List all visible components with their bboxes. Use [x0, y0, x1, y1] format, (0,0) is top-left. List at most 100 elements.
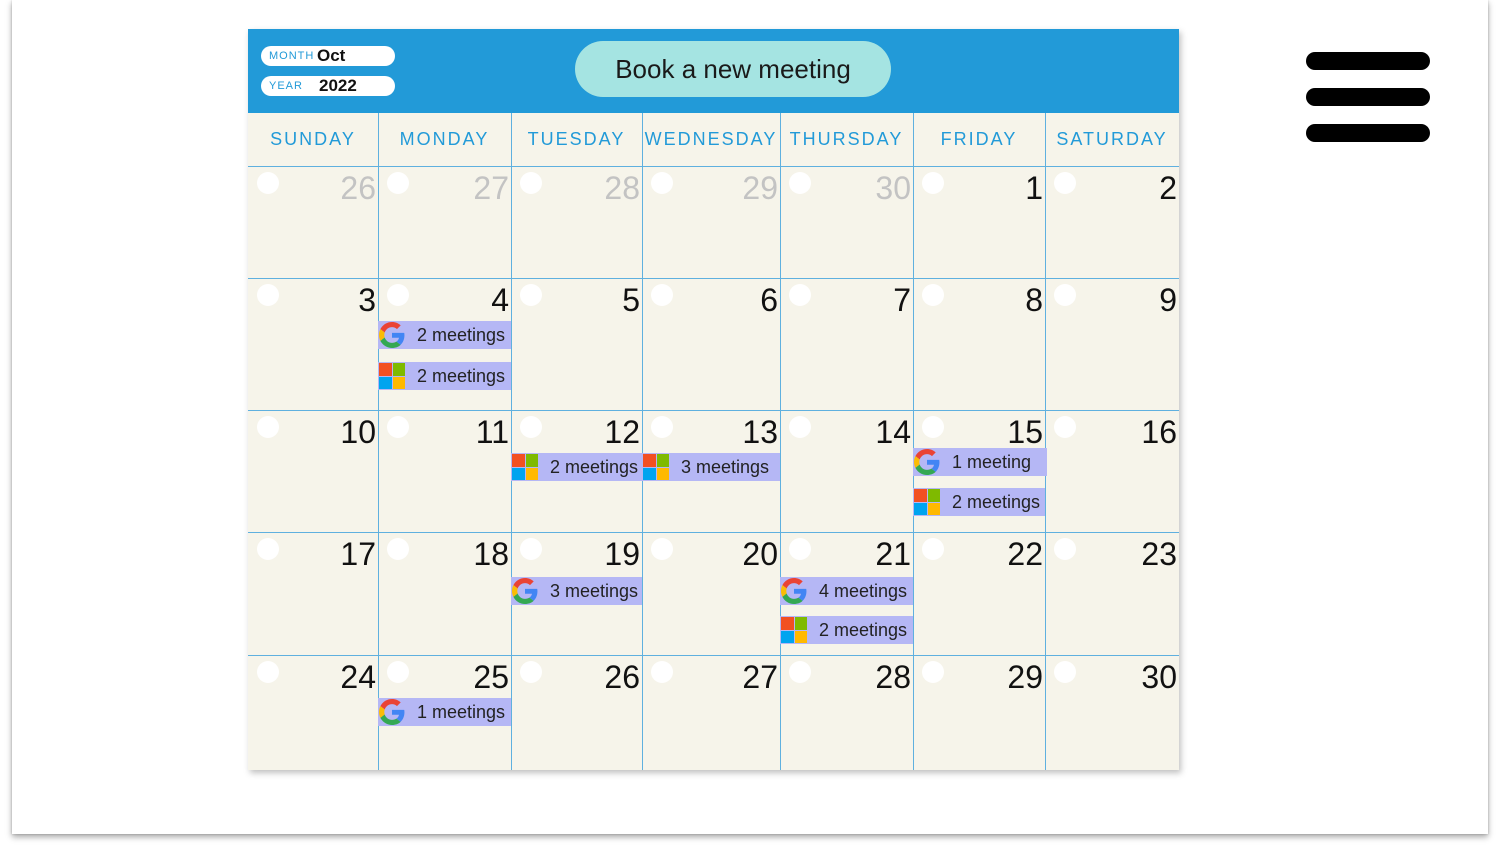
- day-select-dot[interactable]: [789, 284, 811, 306]
- month-selector[interactable]: MONTH Oct: [261, 46, 395, 66]
- day-cell[interactable]: 29: [913, 655, 1045, 770]
- day-cell[interactable]: 8: [913, 278, 1045, 410]
- microsoft-icon: [643, 454, 669, 480]
- day-cell[interactable]: 10: [248, 410, 378, 532]
- day-cell[interactable]: 20: [642, 532, 780, 655]
- day-cell[interactable]: 4 2 meetings 2 meetings: [378, 278, 511, 410]
- day-select-dot[interactable]: [257, 538, 279, 560]
- day-cell[interactable]: 6: [642, 278, 780, 410]
- day-number: 2: [1159, 170, 1177, 206]
- day-cell[interactable]: 9: [1045, 278, 1179, 410]
- microsoft-icon: [781, 617, 807, 643]
- day-cell[interactable]: 18: [378, 532, 511, 655]
- day-number: 26: [604, 659, 640, 695]
- day-select-dot[interactable]: [651, 416, 673, 438]
- day-cell[interactable]: 14: [780, 410, 913, 532]
- day-select-dot[interactable]: [651, 284, 673, 306]
- day-select-dot[interactable]: [651, 661, 673, 683]
- day-select-dot[interactable]: [922, 416, 944, 438]
- day-number: 20: [742, 536, 778, 572]
- day-select-dot[interactable]: [1054, 416, 1076, 438]
- meeting-badge[interactable]: 2 meetings: [913, 488, 1045, 516]
- day-cell[interactable]: 26: [248, 166, 378, 278]
- day-cell[interactable]: 25 1 meetings: [378, 655, 511, 770]
- day-select-dot[interactable]: [520, 416, 542, 438]
- meeting-badge[interactable]: 2 meetings: [780, 616, 913, 644]
- hamburger-menu-icon[interactable]: [1306, 52, 1430, 144]
- day-cell[interactable]: 1: [913, 166, 1045, 278]
- day-cell[interactable]: 28: [511, 166, 642, 278]
- day-cell[interactable]: 7: [780, 278, 913, 410]
- day-cell[interactable]: 21 4 meetings 2 meetings: [780, 532, 913, 655]
- day-select-dot[interactable]: [789, 661, 811, 683]
- day-select-dot[interactable]: [387, 661, 409, 683]
- day-number: 26: [340, 170, 376, 206]
- meeting-count-label: 2 meetings: [417, 365, 506, 386]
- day-cell[interactable]: 28: [780, 655, 913, 770]
- day-select-dot[interactable]: [257, 661, 279, 683]
- day-cell[interactable]: 27: [378, 166, 511, 278]
- book-meeting-button[interactable]: Book a new meeting: [575, 41, 891, 97]
- day-number: 17: [340, 536, 376, 572]
- meeting-badge[interactable]: 4 meetings: [780, 577, 913, 605]
- day-number: 10: [340, 414, 376, 450]
- day-select-dot[interactable]: [922, 661, 944, 683]
- day-number: 30: [875, 170, 911, 206]
- weekday-monday: MONDAY: [399, 129, 490, 149]
- day-select-dot[interactable]: [1054, 538, 1076, 560]
- day-cell[interactable]: 3: [248, 278, 378, 410]
- day-cell[interactable]: 16: [1045, 410, 1179, 532]
- day-number: 12: [604, 414, 640, 450]
- day-select-dot[interactable]: [789, 172, 811, 194]
- day-cell[interactable]: 30: [780, 166, 913, 278]
- day-cell[interactable]: 24: [248, 655, 378, 770]
- day-select-dot[interactable]: [387, 538, 409, 560]
- day-select-dot[interactable]: [922, 284, 944, 306]
- day-cell[interactable]: 15 1 meeting 2 meetings: [913, 410, 1047, 532]
- day-select-dot[interactable]: [387, 416, 409, 438]
- day-cell[interactable]: 13 3 meetings: [642, 410, 780, 532]
- day-number: 15: [1007, 414, 1043, 450]
- meeting-badge[interactable]: 3 meetings: [642, 453, 780, 481]
- day-cell[interactable]: 17: [248, 532, 378, 655]
- day-cell[interactable]: 23: [1045, 532, 1179, 655]
- year-selector[interactable]: YEAR 2022: [261, 76, 395, 96]
- day-select-dot[interactable]: [520, 538, 542, 560]
- day-select-dot[interactable]: [520, 172, 542, 194]
- meeting-badge[interactable]: 2 meetings: [378, 321, 511, 349]
- day-select-dot[interactable]: [651, 538, 673, 560]
- day-select-dot[interactable]: [257, 172, 279, 194]
- day-select-dot[interactable]: [922, 538, 944, 560]
- day-select-dot[interactable]: [789, 538, 811, 560]
- day-cell[interactable]: 2: [1045, 166, 1179, 278]
- day-select-dot[interactable]: [257, 416, 279, 438]
- day-select-dot[interactable]: [1054, 661, 1076, 683]
- meeting-badge[interactable]: 2 meetings: [378, 362, 511, 390]
- day-select-dot[interactable]: [1054, 172, 1076, 194]
- day-select-dot[interactable]: [651, 172, 673, 194]
- day-cell[interactable]: 26: [511, 655, 642, 770]
- meeting-badge[interactable]: 3 meetings: [511, 577, 642, 605]
- meeting-badge[interactable]: 1 meetings: [378, 698, 511, 726]
- weekday-saturday: SATURDAY: [1056, 129, 1168, 149]
- day-cell[interactable]: 30: [1045, 655, 1179, 770]
- day-select-dot[interactable]: [789, 416, 811, 438]
- day-select-dot[interactable]: [520, 284, 542, 306]
- day-select-dot[interactable]: [387, 284, 409, 306]
- google-icon: [379, 322, 405, 348]
- day-number: 4: [491, 282, 509, 318]
- day-cell[interactable]: 11: [378, 410, 511, 532]
- meeting-badge[interactable]: 1 meeting: [913, 448, 1047, 476]
- meeting-badge[interactable]: 2 meetings: [511, 453, 642, 481]
- day-select-dot[interactable]: [1054, 284, 1076, 306]
- day-cell[interactable]: 22: [913, 532, 1045, 655]
- day-select-dot[interactable]: [520, 661, 542, 683]
- day-cell[interactable]: 19 3 meetings: [511, 532, 642, 655]
- day-cell[interactable]: 27: [642, 655, 780, 770]
- day-select-dot[interactable]: [387, 172, 409, 194]
- day-cell[interactable]: 5: [511, 278, 642, 410]
- day-cell[interactable]: 12 2 meetings: [511, 410, 642, 532]
- day-select-dot[interactable]: [257, 284, 279, 306]
- day-select-dot[interactable]: [922, 172, 944, 194]
- day-cell[interactable]: 29: [642, 166, 780, 278]
